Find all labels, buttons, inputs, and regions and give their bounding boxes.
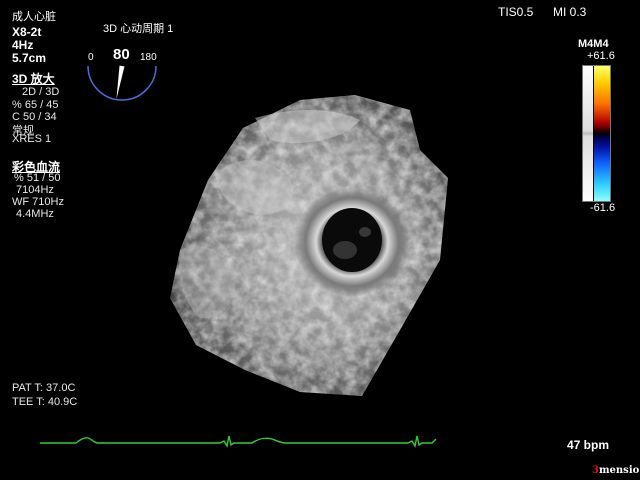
preset-label: 成人心脏 [12,11,56,23]
scale-max-label: +61.6 [587,50,615,62]
scale-min-label: -61.6 [590,202,616,214]
probe-angle-gauge[interactable] [84,60,160,104]
color-map-name: M4M4 [578,38,609,50]
ecg-trace [40,435,437,448]
depth-label: 5.7cm [12,51,47,65]
brand-logo: 3mensio [592,465,639,476]
tee-temperature: TEE T: 40.9C [12,396,78,408]
zoom-param: 2D / 3D [22,86,60,98]
patient-temperature: PAT T: 37.0C [12,382,76,394]
zoom-param: XRES 1 [12,133,52,145]
color-flow-param: WF 710Hz [12,196,64,208]
zoom-param: % 65 / 45 [12,99,59,111]
heart-rate: 47 bpm [567,438,610,452]
frequency-label: 4Hz [12,38,34,52]
zoom-3d-title: 3D 放大 [12,72,55,86]
mi-index: MI 0.3 [553,5,587,19]
brand-text: mensio [598,465,640,476]
grayscale-bar [583,66,593,201]
brand-number: 3 [592,465,599,476]
gauge-needle [116,65,125,100]
color-flow-param: % 51 / 50 [14,172,61,184]
color-flow-param: 4.4MHz [16,208,54,220]
probe-label: X8-2t [12,25,42,39]
color-scale-bar [582,65,611,202]
color-flow-param: 7104Hz [16,184,54,196]
tis-index: TIS0.5 [498,5,534,19]
velocity-color-bar [594,66,610,201]
valve-orifice [294,187,410,297]
cycle-label: 3D 心动周期 1 [103,23,174,35]
